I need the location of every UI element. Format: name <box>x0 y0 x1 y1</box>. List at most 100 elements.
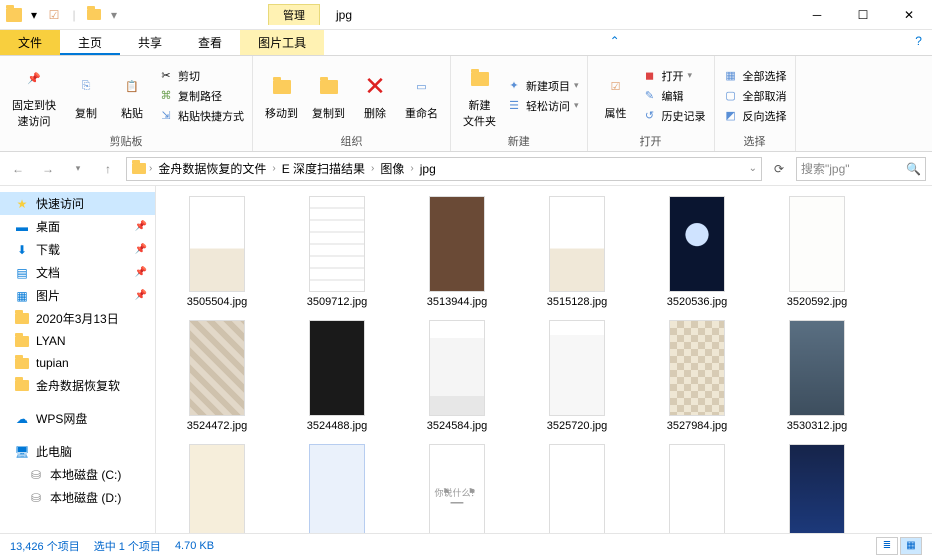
properties-qat-icon[interactable]: ☑ <box>46 7 62 23</box>
pin-icon: 📌 <box>18 63 50 95</box>
invert-selection-button[interactable]: ◩反向选择 <box>723 108 787 124</box>
tab-file[interactable]: 文件 <box>0 30 60 55</box>
file-item[interactable]: 3520536.jpg <box>650 196 744 308</box>
close-button[interactable]: ✕ <box>886 0 932 30</box>
chevron-right-icon[interactable]: › <box>272 163 275 174</box>
chevron-right-icon[interactable]: › <box>410 163 413 174</box>
select-all-button[interactable]: ▦全部选择 <box>723 68 787 84</box>
open-button[interactable]: ◼打开 ▾ <box>642 68 706 84</box>
delete-label: 删除 <box>364 105 386 121</box>
sidebar-quick-access[interactable]: ★快速访问 <box>0 192 155 215</box>
recent-dropdown-icon[interactable]: ▾ <box>66 157 90 181</box>
qat-overflow-icon[interactable]: ▾ <box>106 7 122 23</box>
details-view-button[interactable]: ≣ <box>876 537 898 555</box>
up-button[interactable]: ↑ <box>96 157 120 181</box>
file-item[interactable]: 3530312.jpg <box>770 320 864 432</box>
new-group-label: 新建 <box>508 131 530 149</box>
file-item[interactable]: 3513944.jpg <box>410 196 504 308</box>
icons-view-button[interactable]: ▦ <box>900 537 922 555</box>
select-none-icon: ▢ <box>723 88 739 104</box>
select-all-label: 全部选择 <box>743 68 787 84</box>
edit-button[interactable]: ✎编辑 <box>642 88 706 104</box>
tab-view[interactable]: 查看 <box>180 30 240 55</box>
breadcrumb-item[interactable]: E 深度扫描结果 <box>278 160 369 177</box>
delete-button[interactable]: ✕删除 <box>355 69 395 123</box>
move-to-button[interactable]: 移动到 <box>261 69 302 123</box>
breadcrumb[interactable]: › 金舟数据恢复的文件› E 深度扫描结果› 图像› jpg ⌄ <box>126 157 762 181</box>
minimize-button[interactable]: ─ <box>794 0 840 30</box>
new-item-button[interactable]: ✦新建项目 ▾ <box>506 78 579 94</box>
file-item[interactable]: 3527984.jpg <box>650 320 744 432</box>
forward-button[interactable]: → <box>36 157 60 181</box>
refresh-button[interactable]: ⟳ <box>768 158 790 180</box>
file-item[interactable] <box>530 444 624 533</box>
folder-qat-icon[interactable] <box>86 7 102 23</box>
ribbon-group-new: 新建 文件夹 ✦新建项目 ▾ ☰轻松访问 ▾ 新建 <box>451 56 588 151</box>
properties-button[interactable]: ☑属性 <box>596 69 636 123</box>
chevron-right-icon[interactable]: › <box>149 163 152 174</box>
file-item[interactable]: 3525720.jpg <box>530 320 624 432</box>
breadcrumb-item[interactable]: jpg <box>416 162 440 176</box>
maximize-button[interactable]: ☐ <box>840 0 886 30</box>
file-item[interactable]: 3515128.jpg <box>530 196 624 308</box>
easy-access-button[interactable]: ☰轻松访问 ▾ <box>506 98 579 114</box>
sidebar-folder[interactable]: LYAN <box>0 330 155 352</box>
file-item[interactable]: 你说什么？ <box>410 444 504 533</box>
copy-path-button[interactable]: ⌘复制路径 <box>158 88 244 104</box>
sidebar-documents[interactable]: ▤文档📌 <box>0 261 155 284</box>
file-item[interactable]: 3509712.jpg <box>290 196 384 308</box>
file-thumbnail <box>789 320 845 416</box>
qat-dropdown-icon[interactable]: ▾ <box>26 7 42 23</box>
sidebar-drive-d[interactable]: ⛁本地磁盘 (D:) <box>0 486 155 509</box>
file-item[interactable]: 3524472.jpg <box>170 320 264 432</box>
sidebar-wps[interactable]: ☁WPS网盘 <box>0 407 155 430</box>
history-button[interactable]: ↺历史记录 <box>642 108 706 124</box>
breadcrumb-item[interactable]: 金舟数据恢复的文件 <box>154 160 270 177</box>
file-item[interactable]: 3524584.jpg <box>410 320 504 432</box>
rename-button[interactable]: ▭重命名 <box>401 69 442 123</box>
file-item[interactable]: 3505504.jpg <box>170 196 264 308</box>
search-icon[interactable]: 🔍 <box>906 162 921 176</box>
sidebar-folder[interactable]: 金舟数据恢复软 <box>0 374 155 397</box>
copy-button[interactable]: ⎘复制 <box>66 69 106 123</box>
sidebar-downloads[interactable]: ⬇下载📌 <box>0 238 155 261</box>
breadcrumb-item[interactable]: 图像 <box>376 160 408 177</box>
pin-icon: 📌 <box>135 244 147 255</box>
new-item-icon: ✦ <box>506 78 522 94</box>
navigation-pane[interactable]: ★快速访问 ▬桌面📌 ⬇下载📌 ▤文档📌 ▦图片📌 2020年3月13日 LYA… <box>0 186 156 533</box>
chevron-right-icon[interactable]: › <box>371 163 374 174</box>
file-item[interactable]: 3531096.jpg <box>170 444 264 533</box>
copy-path-label: 复制路径 <box>178 88 222 104</box>
cut-button[interactable]: ✂剪切 <box>158 68 244 84</box>
file-item[interactable] <box>770 444 864 533</box>
sidebar-folder[interactable]: tupian <box>0 352 155 374</box>
new-folder-button[interactable]: 新建 文件夹 <box>459 61 500 131</box>
file-item[interactable]: 3524488.jpg <box>290 320 384 432</box>
tab-picture-tools[interactable]: 图片工具 <box>240 30 324 55</box>
search-input[interactable]: 搜索"jpg" 🔍 <box>796 157 926 181</box>
help-icon[interactable]: ? <box>905 30 932 55</box>
file-item[interactable] <box>650 444 744 533</box>
sidebar-folder[interactable]: 2020年3月13日 <box>0 307 155 330</box>
file-item[interactable]: 3520592.jpg <box>770 196 864 308</box>
file-name: 3524584.jpg <box>427 420 488 432</box>
copy-to-button[interactable]: 复制到 <box>308 69 349 123</box>
ribbon-collapse-icon[interactable]: ⌃ <box>600 30 630 55</box>
file-view[interactable]: 3505504.jpg 3509712.jpg 3513944.jpg 3515128… <box>156 186 932 533</box>
paste-shortcut-button[interactable]: ⇲粘贴快捷方式 <box>158 108 244 124</box>
addressbar-dropdown-icon[interactable]: ⌄ <box>749 163 757 174</box>
sidebar-this-pc[interactable]: 🖥此电脑 <box>0 440 155 463</box>
tab-share[interactable]: 共享 <box>120 30 180 55</box>
back-button[interactable]: ← <box>6 157 30 181</box>
status-bar: 13,426 个项目 选中 1 个项目 4.70 KB ≣ ▦ <box>0 533 932 557</box>
tab-home[interactable]: 主页 <box>60 30 120 55</box>
file-item[interactable]: 3534568.jpg <box>290 444 384 533</box>
sidebar-drive-c[interactable]: ⛁本地磁盘 (C:) <box>0 463 155 486</box>
sidebar-label: WPS网盘 <box>36 410 87 427</box>
paste-button[interactable]: 📋粘贴 <box>112 69 152 123</box>
select-none-button[interactable]: ▢全部取消 <box>723 88 787 104</box>
pin-quick-access-button[interactable]: 📌固定到快 速访问 <box>8 61 60 131</box>
sidebar-desktop[interactable]: ▬桌面📌 <box>0 215 155 238</box>
file-thumbnail <box>189 444 245 533</box>
sidebar-pictures[interactable]: ▦图片📌 <box>0 284 155 307</box>
